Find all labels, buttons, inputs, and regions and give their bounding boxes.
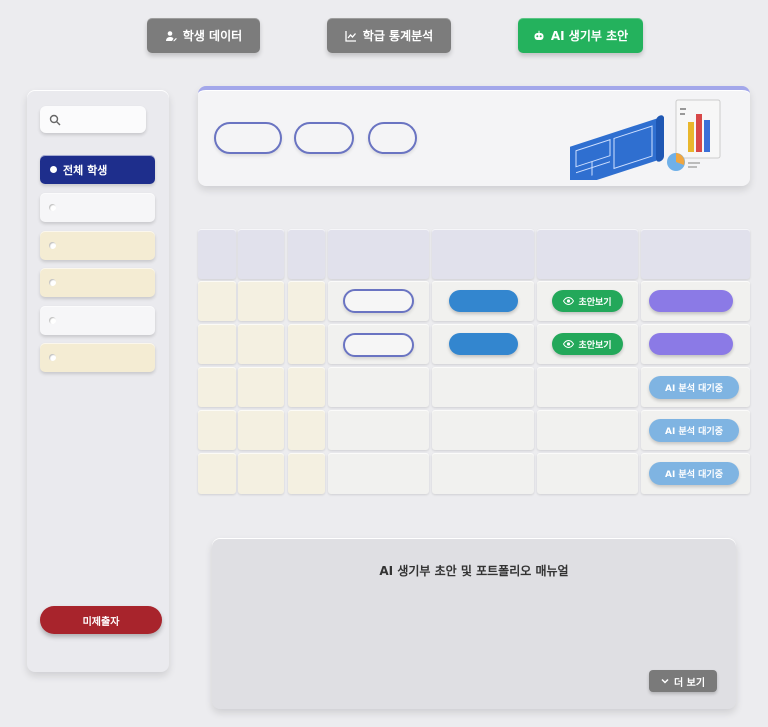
more-button-label: 더 보기 [673,677,706,689]
sidebar-item-label: 전체 학생 [63,164,108,177]
eye-icon [563,340,575,348]
view-draft-label: 초안보기 [578,297,612,308]
ai-waiting-badge[interactable]: AI 분석 대기중 [649,376,739,399]
table-cell [537,453,638,494]
search-input[interactable] [40,106,146,133]
purple-button[interactable] [649,333,733,355]
student-table: 초안보기 초안보기 AI 분석 대기중 AI 분석 대기중 AI 분석 대기중 [198,229,750,494]
bullet-dot [49,354,56,361]
table-cell [328,410,429,450]
student-data-button[interactable]: 학생 데이터 [147,18,260,53]
table-header-cell [198,229,236,279]
unsubmitted-button[interactable]: 미제출자 [40,606,162,634]
table-cell [288,410,325,450]
table-header-cell [238,229,284,279]
class-stats-label: 학급 통계분석 [362,29,434,43]
table-header-cell [328,229,429,279]
manual-title: AI 생기부 초안 및 포트폴리오 매뉴얼 [379,564,569,578]
table-cell [288,281,325,321]
ai-waiting-badge[interactable]: AI 분석 대기중 [649,419,739,442]
manual-panel: AI 생기부 초안 및 포트폴리오 매뉴얼 더 보기 [212,538,736,709]
robot-icon [534,30,544,40]
filter-pill[interactable] [294,122,354,154]
table-cell [238,410,284,450]
action-button[interactable] [449,290,518,312]
eye-icon [563,297,575,305]
table-header-cell [288,229,325,279]
sidebar-item-all-students[interactable]: 전체 학생 [40,155,155,184]
purple-button[interactable] [649,290,733,312]
input-pill[interactable] [343,289,414,313]
bullet-dot [49,204,56,211]
table-cell [238,367,284,407]
table-cell [198,281,236,321]
table-cell [238,324,284,364]
sidebar-item[interactable] [40,306,155,335]
filter-panel [198,86,750,186]
sidebar-item[interactable] [40,231,155,260]
table-cell [198,410,236,450]
student-data-label: 학생 데이터 [182,29,243,43]
sidebar-item[interactable] [40,268,155,297]
table-header-cell [641,229,750,279]
view-draft-label: 초안보기 [578,340,612,351]
table-cell [198,324,236,364]
filter-pill[interactable] [214,122,282,154]
table-cell [238,281,284,321]
table-cell [288,324,325,364]
table-cell [432,410,534,450]
table-cell [198,453,236,494]
table-header-cell [432,229,534,279]
more-button[interactable]: 더 보기 [649,670,717,692]
sidebar: 전체 학생 미제출자 [27,90,169,672]
bullet-dot [49,317,56,324]
table-cell [288,453,325,494]
chevron-down-icon [661,678,669,684]
sidebar-item[interactable] [40,343,155,372]
class-stats-button[interactable]: 학급 통계분석 [327,18,451,53]
ai-draft-label: AI 생기부 초안 [550,29,629,43]
bullet-dot [50,166,57,173]
table-cell [198,367,236,407]
action-button[interactable] [449,333,518,355]
table-cell [238,453,284,494]
view-draft-button[interactable]: 초안보기 [552,290,623,312]
input-pill[interactable] [343,333,414,357]
table-cell [432,367,534,407]
ai-waiting-badge[interactable]: AI 분석 대기중 [649,462,739,485]
bullet-dot [49,242,56,249]
chart-icon [345,30,356,42]
sidebar-item[interactable] [40,193,155,222]
ai-draft-button[interactable]: AI 생기부 초안 [518,18,643,53]
table-cell [288,367,325,407]
table-cell [537,367,638,407]
search-icon [49,114,61,126]
blueprint-chart-illustration [570,99,721,180]
view-draft-button[interactable]: 초안보기 [552,333,623,355]
table-header-cell [537,229,638,279]
table-cell [328,367,429,407]
user-edit-icon [165,30,177,41]
table-cell [328,453,429,494]
filter-pill[interactable] [368,122,417,154]
table-cell [432,453,534,494]
bullet-dot [49,279,56,286]
table-cell [537,410,638,450]
